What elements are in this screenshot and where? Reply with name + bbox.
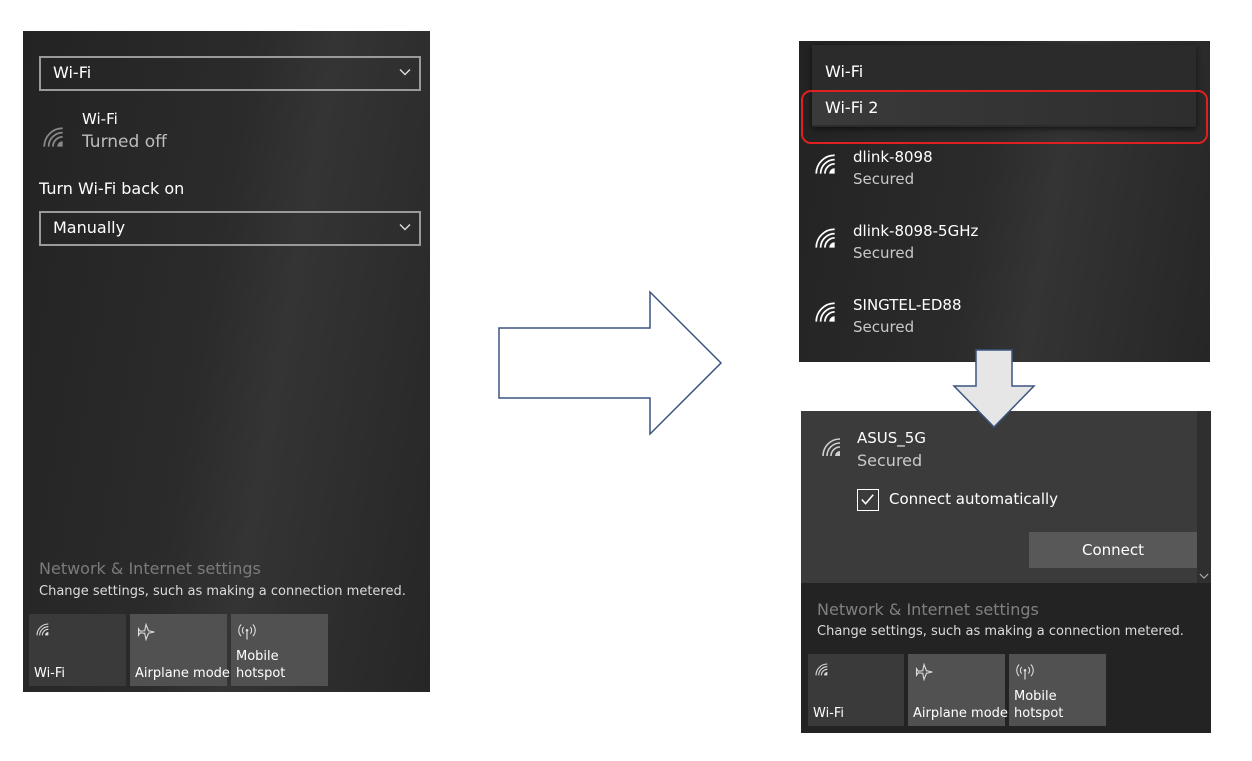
scrollbar[interactable] xyxy=(1197,411,1211,583)
network-settings-desc: Change settings, such as making a connec… xyxy=(817,624,1184,639)
auto-connect-checkbox[interactable] xyxy=(857,489,879,511)
wifi-status-state: Turned off xyxy=(82,132,167,152)
quick-action-hotspot[interactable]: Mobile hotspot xyxy=(1009,654,1106,726)
network-status: Secured xyxy=(853,244,915,262)
tile-label-line2: hotspot xyxy=(1014,706,1064,721)
wifi-icon xyxy=(813,300,839,326)
wifi-off-icon xyxy=(41,125,67,151)
wifi-icon xyxy=(813,226,839,252)
hotspot-icon xyxy=(1015,662,1035,682)
quick-action-airplane[interactable]: Airplane mode xyxy=(130,614,230,686)
wifi-icon xyxy=(35,622,51,638)
tile-label: Mobile hotspot xyxy=(236,648,285,682)
network-settings-link[interactable]: Network & Internet settings xyxy=(817,600,1039,619)
highlight-circle xyxy=(801,90,1208,144)
quick-action-wifi[interactable]: Wi-Fi xyxy=(808,654,904,726)
tile-label-line2: hotspot xyxy=(236,666,286,681)
network-item[interactable]: dlink-8098-5GHz Secured xyxy=(813,222,1193,270)
adapter-select-value: Wi-Fi xyxy=(53,63,92,82)
connect-button[interactable]: Connect xyxy=(1029,532,1197,568)
network-expanded-item: ASUS_5G Secured Connect automatically Co… xyxy=(801,411,1197,583)
tile-label: Airplane mode xyxy=(135,666,230,681)
tile-label: Mobile hotspot xyxy=(1014,688,1063,722)
tile-label: Wi-Fi xyxy=(813,706,845,721)
chevron-down-icon xyxy=(1199,571,1209,581)
tile-label: Airplane mode xyxy=(913,706,1008,721)
airplane-icon xyxy=(136,622,156,642)
connect-button-label: Connect xyxy=(1081,541,1145,559)
network-settings-desc: Change settings, such as making a connec… xyxy=(39,584,406,599)
network-name: ASUS_5G xyxy=(857,429,926,447)
hotspot-icon xyxy=(237,622,257,642)
left-wifi-panel: Wi-Fi Wi-Fi Turned off Turn Wi-Fi back o… xyxy=(23,31,430,692)
turn-back-select[interactable]: Manually xyxy=(39,211,421,246)
network-name: SINGTEL-ED88 xyxy=(853,296,962,314)
network-settings-link[interactable]: Network & Internet settings xyxy=(39,559,261,578)
adapter-select[interactable]: Wi-Fi xyxy=(39,56,421,91)
quick-action-hotspot[interactable]: Mobile hotspot xyxy=(231,614,328,686)
auto-connect-label: Connect automatically xyxy=(889,490,1059,508)
network-list-panel: Wi-Fi Wi-Fi 2 dlink-8098 Secured dlink-8… xyxy=(799,41,1210,362)
dropdown-option-wifi[interactable]: Wi-Fi xyxy=(825,62,863,81)
connect-panel: ASUS_5G Secured Connect automatically Co… xyxy=(801,411,1211,733)
right-arrow-graphic xyxy=(498,290,723,436)
chevron-down-icon xyxy=(399,66,411,78)
checkmark-icon xyxy=(861,494,874,505)
tile-label-line1: Mobile xyxy=(236,649,279,664)
network-name: dlink-8098 xyxy=(853,148,933,166)
tile-label: Wi-Fi xyxy=(34,666,66,681)
network-item[interactable]: dlink-8098 Secured xyxy=(813,148,1193,196)
wifi-status-name: Wi-Fi xyxy=(82,110,118,128)
network-item[interactable]: SINGTEL-ED88 Secured xyxy=(813,296,1193,344)
wifi-icon xyxy=(813,152,839,178)
quick-action-airplane[interactable]: Airplane mode xyxy=(908,654,1008,726)
airplane-icon xyxy=(914,662,934,682)
network-status: Secured xyxy=(853,170,915,188)
network-status: Secured xyxy=(857,451,923,470)
wifi-icon xyxy=(814,662,830,678)
quick-action-wifi[interactable]: Wi-Fi xyxy=(29,614,126,686)
network-status: Secured xyxy=(853,318,915,336)
turn-back-label: Turn Wi-Fi back on xyxy=(39,179,185,198)
wifi-icon xyxy=(820,436,844,460)
network-name: dlink-8098-5GHz xyxy=(853,222,979,240)
down-arrow-graphic xyxy=(952,349,1036,429)
tile-label-line1: Mobile xyxy=(1014,689,1057,704)
chevron-down-icon xyxy=(399,221,411,233)
turn-back-select-value: Manually xyxy=(53,218,126,237)
